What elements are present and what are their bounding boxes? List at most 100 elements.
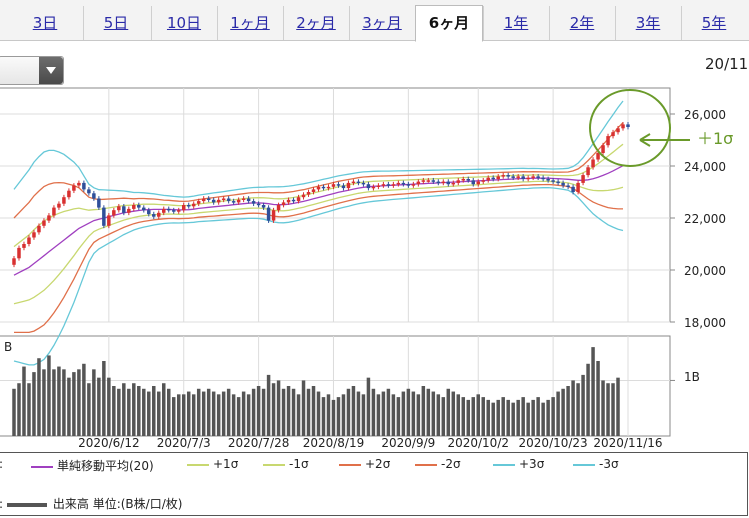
volume-bar	[137, 386, 141, 436]
candle-body	[67, 190, 71, 198]
candle-body	[541, 177, 545, 180]
date-axis-ticks: 2020/6/12 2020/7/3 2020/7/28 2020/8/19 2020/…	[78, 436, 663, 450]
volume-bar	[97, 377, 101, 436]
volume-bar	[256, 386, 261, 436]
legend-swatch	[493, 463, 515, 466]
volume-bar	[52, 369, 56, 436]
volume-bar	[411, 391, 416, 436]
volume-bar	[396, 397, 401, 436]
candle-body	[22, 244, 26, 248]
volume-bar	[42, 369, 46, 436]
volume-bar	[206, 388, 211, 436]
volume-bar	[301, 380, 306, 436]
candle-body	[296, 197, 301, 202]
candle-body	[626, 124, 630, 127]
volume-bar	[246, 394, 251, 436]
candle-body	[391, 184, 396, 186]
candle-body	[167, 208, 171, 211]
volume-bar	[62, 369, 66, 436]
volume-bar	[226, 388, 231, 436]
candle-body	[162, 208, 166, 213]
volume-bar	[346, 388, 351, 436]
volume-bar	[37, 358, 41, 436]
volume-bar	[286, 386, 291, 436]
volume-bar	[221, 391, 226, 436]
candle-body	[157, 212, 161, 217]
volume-bar	[321, 397, 326, 436]
volume-bar	[361, 394, 366, 436]
candle-body	[366, 184, 371, 189]
candle-body	[616, 128, 620, 133]
candle-body	[561, 182, 565, 186]
volume-bar	[391, 394, 396, 436]
volume-bar	[107, 377, 111, 436]
candle-body	[586, 167, 590, 176]
legend-label: -2σ	[441, 457, 461, 471]
volume-bar	[261, 388, 266, 436]
candle-body	[476, 181, 480, 185]
candle-body	[396, 182, 401, 185]
volume-bar	[77, 369, 81, 436]
date-tick-label: 2020/6/12	[78, 436, 140, 450]
candle-body	[132, 205, 136, 209]
candle-body	[221, 198, 226, 200]
candle-body	[196, 201, 201, 204]
date-tick-label: 2020/7/28	[228, 436, 290, 450]
candle-body	[401, 182, 406, 185]
candle-body	[137, 205, 141, 208]
price-tick-label: 26,000	[684, 108, 726, 122]
volume-bar	[416, 394, 421, 436]
price-tick-label: 20,000	[684, 264, 726, 278]
candle-body	[436, 181, 441, 184]
candle-body	[82, 182, 86, 190]
candle-body	[181, 205, 186, 211]
legend-swatch	[339, 463, 361, 466]
legend-item-plus3: +3σ	[493, 457, 544, 471]
legend-swatch	[6, 502, 47, 507]
volume-bar	[616, 377, 620, 436]
legend-swatch	[415, 463, 437, 466]
candle-body	[286, 199, 291, 203]
legend-item-minus3: -3σ	[573, 457, 619, 471]
legend-item-minus2: -2σ	[415, 457, 461, 471]
candle-body	[206, 198, 211, 200]
candle-body	[147, 210, 151, 215]
volume-bar	[171, 397, 176, 436]
candle-body	[611, 132, 615, 137]
volume-bar	[82, 363, 86, 436]
candle-body	[112, 210, 116, 216]
volume-bar	[22, 366, 26, 436]
volume-bar	[72, 372, 76, 436]
volume-bar	[481, 397, 485, 436]
volume-bar	[516, 399, 520, 436]
candle-body	[266, 207, 271, 221]
date-tick-label: 2020/9/9	[381, 436, 435, 450]
candle-body	[306, 192, 311, 195]
candle-body	[526, 177, 530, 180]
volume-bar	[142, 388, 146, 436]
volume-bar	[476, 394, 480, 436]
volume-bar	[341, 394, 346, 436]
candle-body	[426, 180, 431, 182]
candle-body	[152, 214, 156, 217]
volume-bar	[471, 397, 475, 436]
candle-body	[17, 247, 21, 259]
volume-bar	[32, 372, 36, 436]
volume-bar	[581, 374, 585, 436]
candle-body	[371, 186, 376, 189]
volume-bar	[506, 399, 510, 436]
candle-body	[122, 206, 126, 213]
price-tick-label: 22,000	[684, 212, 726, 226]
volume-bar	[117, 388, 121, 436]
candle-body	[301, 194, 306, 198]
candle-body	[621, 124, 625, 129]
legend-item-plus2: +2σ	[339, 457, 390, 471]
candle-body	[411, 184, 416, 186]
volume-bar	[456, 394, 461, 436]
legend-prefix: :	[0, 457, 3, 471]
candle-body	[431, 180, 436, 182]
volume-bar	[47, 355, 51, 436]
volume-bar	[147, 391, 151, 436]
candle-body	[216, 199, 221, 203]
price-tick-label: 18,000	[684, 316, 726, 330]
